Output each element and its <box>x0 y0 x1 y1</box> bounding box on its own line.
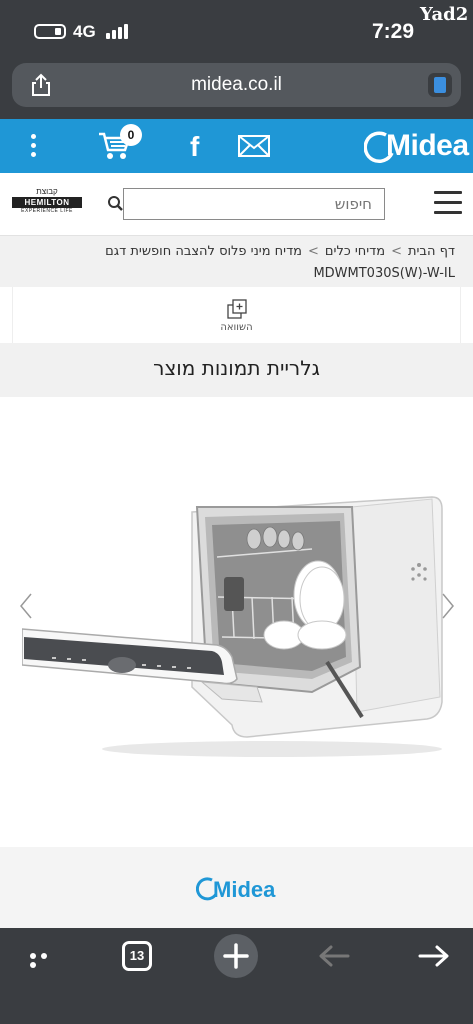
facebook-icon[interactable]: f <box>190 131 199 163</box>
mail-icon[interactable] <box>238 135 270 157</box>
compare-button[interactable]: השוואה <box>12 287 461 343</box>
battery-icon <box>34 24 66 39</box>
breadcrumb-home[interactable]: דף הבית <box>408 244 455 259</box>
url-domain[interactable]: midea.co.il <box>12 74 461 96</box>
hamilton-logo[interactable]: קבוצת HEMILTON EXPERIENCE LIFE <box>12 187 82 219</box>
back-arrow-icon[interactable] <box>318 944 350 968</box>
compare-label: השוואה <box>220 322 253 333</box>
hamburger-icon[interactable] <box>434 191 462 215</box>
reader-icon[interactable] <box>428 73 452 97</box>
breadcrumb: דף הבית > מדיחי כלים > מדיח מיני פלוס להצבה … <box>0 235 473 287</box>
more-icon[interactable] <box>30 950 62 968</box>
cart-count-badge: 0 <box>120 124 142 146</box>
new-tab-button[interactable] <box>214 934 258 978</box>
tabs-button[interactable]: 13 <box>122 941 152 971</box>
product-image[interactable] <box>22 487 452 762</box>
screen: 4G 7:29 Yad2 midea.co.il f Midea 0 קבוצת… <box>0 0 473 1024</box>
breadcrumb-model: MDWMT030S(W)-W-IL <box>313 266 455 281</box>
watermark: Yad2 <box>420 4 469 25</box>
site-header: f Midea <box>0 119 473 173</box>
gallery-title: גלריית תמונות מוצר <box>153 356 320 380</box>
breadcrumb-category[interactable]: מדיחי כלים <box>325 244 385 259</box>
signal-icon <box>106 24 130 39</box>
breadcrumb-separator: > <box>308 244 319 259</box>
compare-icon <box>227 299 247 319</box>
plus-icon <box>223 943 249 969</box>
breadcrumb-separator: > <box>391 244 402 259</box>
browser-toolbar: 13 <box>0 928 473 1024</box>
address-bar[interactable]: midea.co.il <box>12 63 461 107</box>
breadcrumb-product: מדיח מיני פלוס להצבה חופשית דגם <box>105 244 302 259</box>
search-input[interactable] <box>123 188 385 220</box>
product-gallery[interactable] <box>12 397 461 847</box>
status-bar: 4G 7:29 Yad2 <box>0 0 473 60</box>
page-content: קבוצת HEMILTON EXPERIENCE LIFE דף הבית > מ… <box>0 173 473 928</box>
kebab-menu-icon[interactable] <box>24 134 42 158</box>
footer-midea-logo[interactable]: Midea <box>196 873 286 909</box>
forward-arrow-icon[interactable] <box>418 944 450 968</box>
search-icon[interactable] <box>107 195 123 211</box>
network-label: 4G <box>73 22 96 41</box>
clock: 7:29 <box>372 20 415 43</box>
